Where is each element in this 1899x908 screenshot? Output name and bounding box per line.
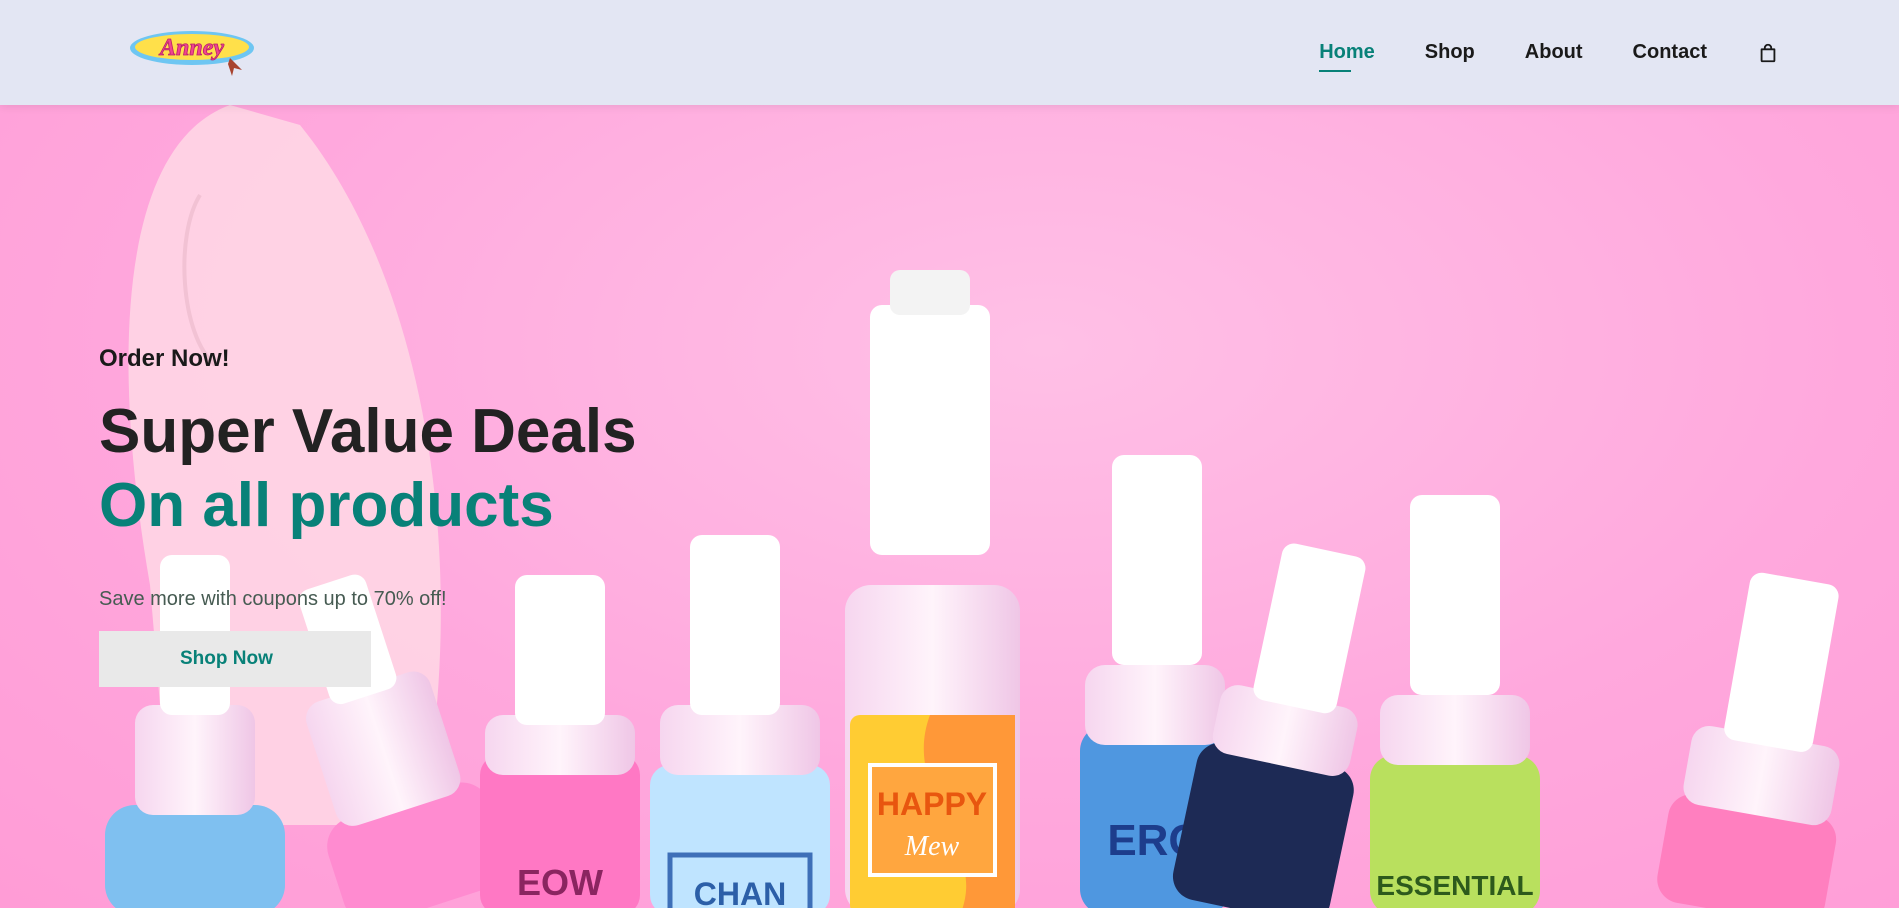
bottle-5: HAPPY Mew	[845, 270, 1020, 908]
brand-logo[interactable]: Anney	[128, 26, 258, 76]
hero-headline: Super Value Deals	[99, 397, 637, 466]
hero-banner: EOW CHAN HAPPY Mew ERO ESSENTIAL Order N…	[0, 105, 1899, 908]
bottle-label-text: ESSENTIAL	[1376, 870, 1533, 901]
hero-copy: Order Now! Super Value Deals On all prod…	[99, 345, 637, 687]
nav-link-home[interactable]: Home	[1319, 31, 1375, 74]
bottle-9	[1657, 572, 1840, 908]
nav-link-contact[interactable]: Contact	[1633, 31, 1707, 74]
bottle-label-text: CHAN	[694, 876, 786, 908]
logo-wordmark: Anney	[158, 35, 224, 61]
bottle-label-text: Mew	[904, 831, 960, 862]
bottle-label-text: EOW	[517, 862, 603, 903]
hero-eyebrow: Order Now!	[99, 345, 230, 372]
bottle-label-text: HAPPY	[877, 786, 987, 822]
cart-button[interactable]	[1757, 32, 1779, 74]
bottle-4: CHAN	[650, 535, 830, 908]
brand-logo-graphic: Anney	[130, 31, 254, 76]
shop-now-button[interactable]: Shop Now	[99, 630, 371, 687]
hero-subtext: Save more with coupons up to 70% off!	[99, 587, 447, 610]
main-nav: Home Shop About Contact	[1319, 0, 1779, 105]
hero-subheadline: On all products	[99, 471, 554, 541]
shopping-bag-icon	[1760, 43, 1776, 62]
nav-link-about[interactable]: About	[1525, 31, 1583, 74]
bottle-8: ESSENTIAL	[1370, 495, 1540, 908]
site-header: Anney Home Shop About Contact	[0, 0, 1899, 105]
nav-link-shop[interactable]: Shop	[1425, 31, 1475, 74]
